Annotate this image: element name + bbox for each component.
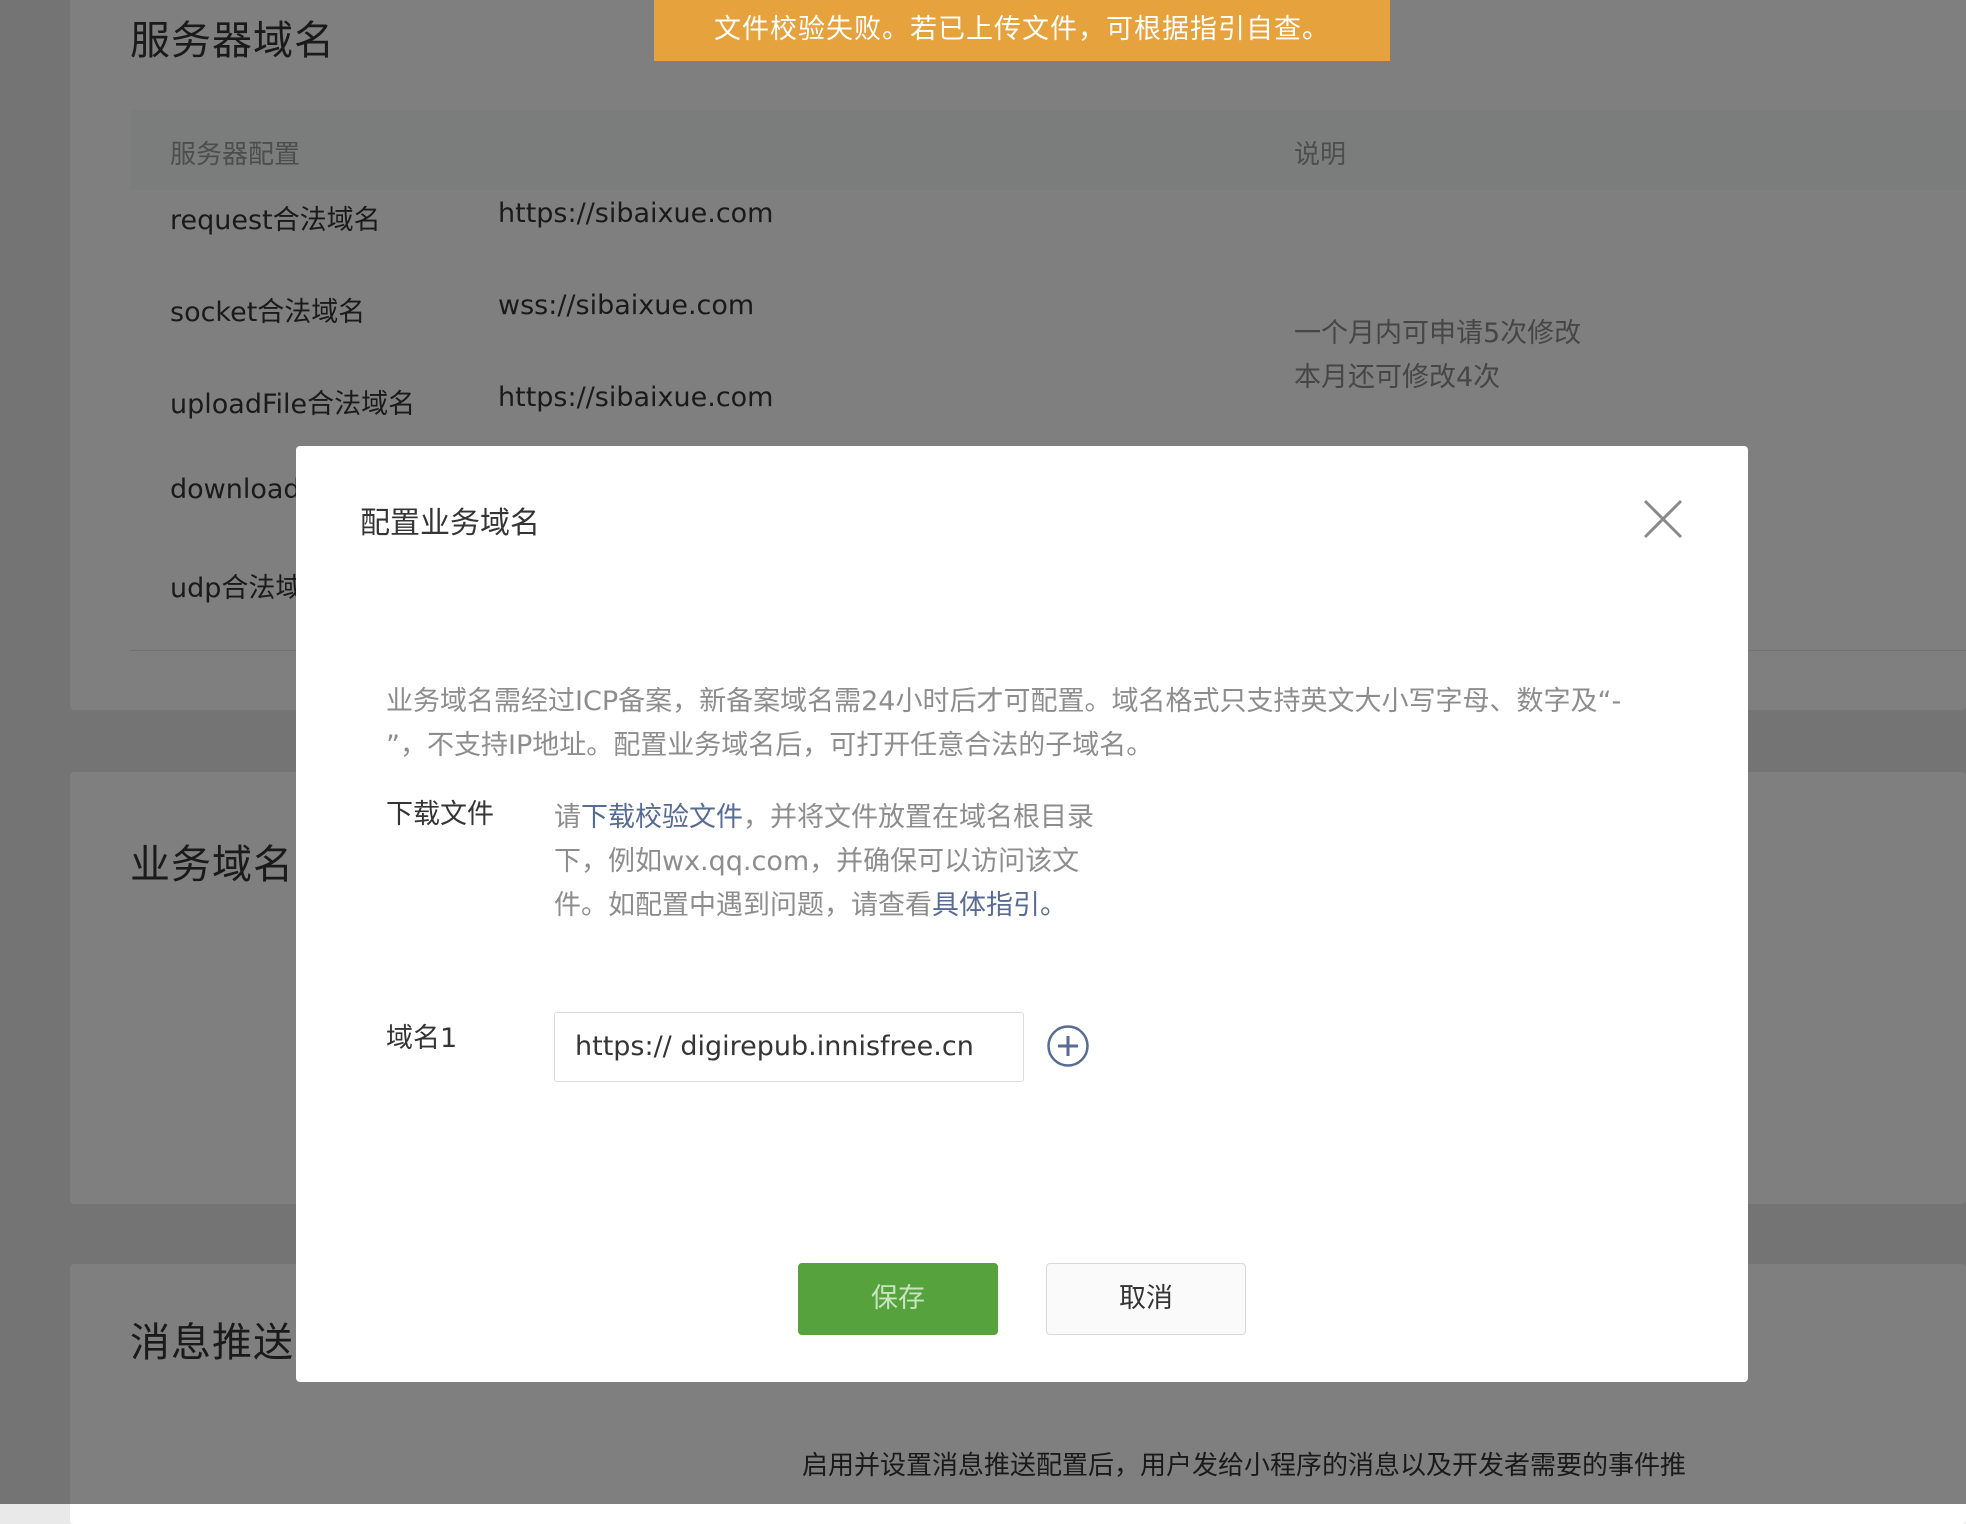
save-button[interactable]: 保存 <box>798 1263 998 1335</box>
download-verify-file-link[interactable]: 下载校验文件 <box>581 802 743 833</box>
domain-input[interactable]: https:// digirepub.innisfree.cn <box>554 1012 1024 1082</box>
guide-link[interactable]: 具体指引。 <box>932 890 1067 921</box>
download-file-label: 下载文件 <box>386 799 494 830</box>
configure-business-domain-dialog: 配置业务域名 业务域名需经过ICP备案，新备案域名需24小时后才可配置。域名格式… <box>296 446 1748 1382</box>
download-instructions: 请下载校验文件，并将文件放置在域名根目录下，例如wx.qq.com，并确保可以访… <box>554 796 1094 928</box>
dialog-description: 业务域名需经过ICP备案，新备案域名需24小时后才可配置。域名格式只支持英文大小… <box>386 686 1622 761</box>
close-icon[interactable] <box>1642 498 1684 540</box>
instruction-text: 请 <box>554 802 581 833</box>
add-circle-icon[interactable] <box>1046 1024 1090 1068</box>
cancel-button[interactable]: 取消 <box>1046 1263 1246 1335</box>
dialog-title: 配置业务域名 <box>360 506 540 541</box>
domain-label: 域名1 <box>386 1023 458 1054</box>
error-toast: 文件校验失败。若已上传文件，可根据指引自查。 <box>654 0 1390 61</box>
